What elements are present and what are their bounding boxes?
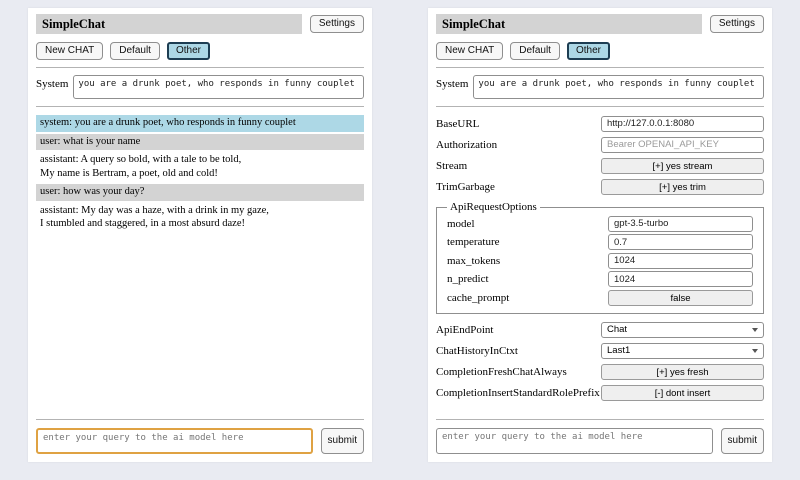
setting-label: CompletionInsertStandardRolePrefix [436, 387, 600, 399]
divider [36, 67, 364, 68]
baseurl-input[interactable] [601, 116, 764, 132]
chat-log: system: you are a drunk poet, who respon… [36, 113, 364, 412]
chevron-down-icon [752, 349, 758, 353]
insertroleprefix-toggle-button[interactable]: [-] dont insert [601, 385, 764, 401]
setting-label: Authorization [436, 139, 497, 151]
settings-button[interactable]: Settings [310, 15, 364, 33]
settings-button[interactable]: Settings [710, 15, 764, 33]
submit-button[interactable]: submit [721, 428, 764, 454]
selected-option: Last1 [607, 345, 630, 356]
selected-option: Chat [607, 324, 627, 335]
api-request-options-fieldset: ApiRequestOptions model temperature max_… [436, 201, 764, 314]
setting-row-apiendpoint: ApiEndPoint Chat [436, 322, 764, 338]
chat-message-assistant: assistant: A query so bold, with a tale … [36, 152, 364, 182]
setting-row-completionfreshchatalways: CompletionFreshChatAlways [+] yes fresh [436, 364, 764, 380]
session-button-default[interactable]: Default [110, 42, 160, 60]
stream-toggle-button[interactable]: [+] yes stream [601, 158, 764, 174]
setting-row-cache-prompt: cache_prompt false [447, 290, 753, 306]
setting-label: TrimGarbage [436, 181, 495, 193]
setting-label: ApiEndPoint [436, 324, 493, 336]
divider [36, 419, 364, 420]
setting-row-baseurl: BaseURL [436, 116, 764, 132]
app-title: SimpleChat [436, 14, 702, 34]
chathistoryinctxt-select[interactable]: Last1 [601, 343, 764, 359]
settings-form: BaseURL Authorization Stream [+] yes str… [436, 113, 764, 403]
setting-row-chathistoryinctxt: ChatHistoryInCtxt Last1 [436, 343, 764, 359]
chat-message-assistant: assistant: My day was a haze, with a dri… [36, 203, 364, 233]
settings-panel: SimpleChat Settings New CHAT Default Oth… [428, 8, 772, 462]
divider [436, 419, 764, 420]
app-root: SimpleChat Settings New CHAT Default Oth… [0, 0, 800, 480]
setting-label: Stream [436, 160, 467, 172]
query-input[interactable] [436, 428, 713, 454]
divider [36, 106, 364, 107]
session-button-other[interactable]: Other [167, 42, 210, 60]
chevron-down-icon [752, 328, 758, 332]
setting-label: CompletionFreshChatAlways [436, 366, 567, 378]
apiendpoint-select[interactable]: Chat [601, 322, 764, 338]
completionfresh-toggle-button[interactable]: [+] yes fresh [601, 364, 764, 380]
setting-label: ChatHistoryInCtxt [436, 345, 518, 357]
chat-panel: SimpleChat Settings New CHAT Default Oth… [28, 8, 372, 462]
session-button-other[interactable]: Other [567, 42, 610, 60]
setting-row-max-tokens: max_tokens [447, 253, 753, 269]
setting-label: max_tokens [447, 255, 500, 267]
authorization-input[interactable] [601, 137, 764, 153]
setting-row-model: model [447, 216, 753, 232]
setting-label: model [447, 218, 475, 230]
title-bar-row: SimpleChat Settings [36, 14, 364, 34]
setting-label: n_predict [447, 273, 489, 285]
n-predict-input[interactable] [608, 271, 753, 287]
system-prompt-input[interactable]: you are a drunk poet, who responds in fu… [473, 75, 764, 99]
new-chat-button[interactable]: New CHAT [36, 42, 103, 60]
new-chat-button[interactable]: New CHAT [436, 42, 503, 60]
query-input[interactable] [36, 428, 313, 454]
system-label: System [36, 75, 68, 99]
model-input[interactable] [608, 216, 753, 232]
temperature-input[interactable] [608, 234, 753, 250]
system-prompt-row: System you are a drunk poet, who respond… [36, 75, 364, 99]
cache-prompt-toggle-button[interactable]: false [608, 290, 753, 306]
setting-row-temperature: temperature [447, 234, 753, 250]
system-prompt-input[interactable]: you are a drunk poet, who responds in fu… [73, 75, 364, 99]
setting-row-n-predict: n_predict [447, 271, 753, 287]
session-buttons: New CHAT Default Other [436, 42, 764, 60]
query-row: submit [36, 428, 364, 454]
setting-label: temperature [447, 236, 500, 248]
setting-row-trimgarbage: TrimGarbage [+] yes trim [436, 179, 764, 195]
setting-row-stream: Stream [+] yes stream [436, 158, 764, 174]
query-row: submit [436, 428, 764, 454]
spacer [436, 403, 764, 412]
chat-message-user: user: what is your name [36, 134, 364, 151]
title-bar-row: SimpleChat Settings [436, 14, 764, 34]
system-prompt-row: System you are a drunk poet, who respond… [436, 75, 764, 99]
app-title: SimpleChat [36, 14, 302, 34]
trimgarbage-toggle-button[interactable]: [+] yes trim [601, 179, 764, 195]
fieldset-legend: ApiRequestOptions [447, 201, 540, 213]
setting-label: BaseURL [436, 118, 479, 130]
chat-message-user: user: how was your day? [36, 184, 364, 201]
max-tokens-input[interactable] [608, 253, 753, 269]
divider [436, 67, 764, 68]
chat-message-system: system: you are a drunk poet, who respon… [36, 115, 364, 132]
divider [436, 106, 764, 107]
setting-row-authorization: Authorization [436, 137, 764, 153]
setting-row-completioninsertstandardroleprefix: CompletionInsertStandardRolePrefix [-] d… [436, 385, 764, 401]
submit-button[interactable]: submit [321, 428, 364, 454]
session-buttons: New CHAT Default Other [36, 42, 364, 60]
setting-label: cache_prompt [447, 292, 509, 304]
session-button-default[interactable]: Default [510, 42, 560, 60]
system-label: System [436, 75, 468, 99]
